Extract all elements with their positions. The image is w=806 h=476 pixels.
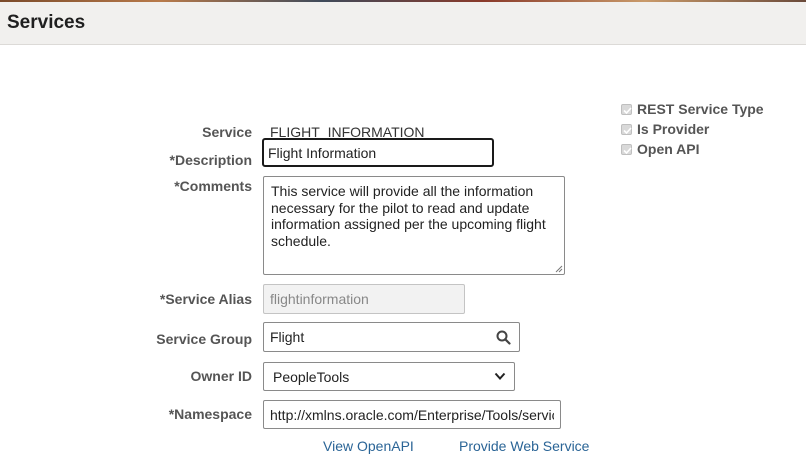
comments-textarea[interactable]: This service will provide all the inform… [263,176,565,275]
rest-service-type-checkbox[interactable]: REST Service Type [621,101,764,117]
service-alias-input-value: flightinformation [270,291,369,307]
namespace-label: *Namespace [168,406,252,422]
checkmark-icon [621,103,632,115]
checkmark-icon [621,123,632,135]
rest-service-type-label: REST Service Type [637,101,764,117]
service-group-input[interactable]: Flight [263,322,520,352]
comments-label: *Comments [174,178,252,194]
owner-id-label: Owner ID [190,368,252,384]
description-input[interactable]: Flight Information [262,138,494,167]
open-api-checkbox[interactable]: Open API [621,141,700,157]
chevron-down-icon [494,372,506,380]
service-group-input-value: Flight [270,329,305,345]
view-openapi-link[interactable]: View OpenAPI [323,438,414,454]
checkmark-icon [621,143,632,155]
comments-textarea-value: This service will provide all the inform… [271,183,546,249]
namespace-input[interactable]: http://xmlns.oracle.com/Enterprise/Tools… [263,400,561,429]
page-header: Services [0,2,806,45]
provide-web-service-link[interactable]: Provide Web Service [459,438,589,454]
description-input-value: Flight Information [268,144,377,161]
service-alias-label: *Service Alias [159,291,252,307]
is-provider-label: Is Provider [637,121,710,137]
search-icon[interactable] [496,330,511,345]
description-label: *Description [169,152,252,168]
resize-handle-icon[interactable] [555,265,563,273]
owner-id-select-value: PeopleTools [273,368,350,385]
owner-id-select[interactable]: PeopleTools [263,362,515,391]
page-title: Services [7,12,86,33]
open-api-label: Open API [637,141,700,157]
is-provider-checkbox[interactable]: Is Provider [621,121,709,137]
service-alias-input: flightinformation [263,284,465,314]
namespace-input-value: http://xmlns.oracle.com/Enterprise/Tools… [270,406,554,423]
service-label: Service [202,124,252,140]
service-group-label: Service Group [156,331,252,347]
